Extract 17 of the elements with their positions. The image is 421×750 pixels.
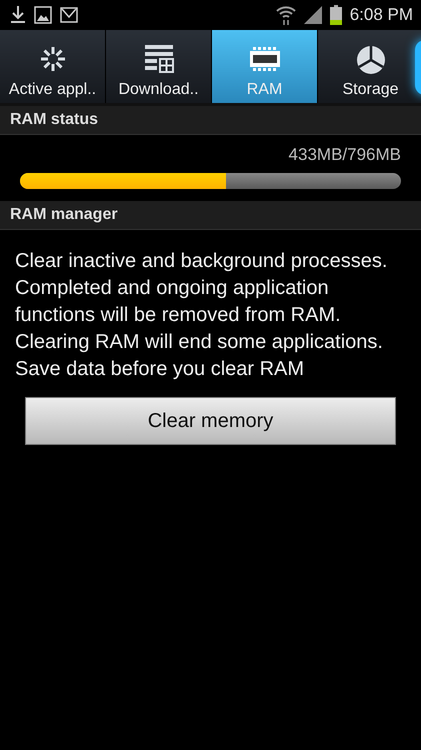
section-header: RAM status [0, 106, 421, 135]
tab[interactable]: Download.. [106, 30, 212, 103]
description-text: Clear inactive and background processes. Completed and ongoing application functions will be removed from RAM. Clearing RAM will end some applications. Save data before you clear RAM [14, 249, 388, 382]
clear-memory-button[interactable]: Clear memory [25, 397, 396, 445]
download-icon [10, 6, 26, 24]
section-header: RAM manager [0, 201, 421, 230]
pie-chart-icon [356, 45, 386, 75]
image-icon [34, 6, 52, 24]
battery-icon [330, 5, 342, 25]
tab[interactable]: Active appl.. [0, 30, 106, 103]
tab[interactable]: Storage [318, 30, 421, 103]
wifi-icon [276, 5, 296, 25]
mail-icon [60, 7, 78, 23]
list-grid-icon [142, 43, 174, 75]
signal-icon [304, 6, 322, 24]
clock-time: 6:08 PM [350, 5, 413, 25]
ram-usage-reading: 433MB/796MB [288, 145, 401, 165]
